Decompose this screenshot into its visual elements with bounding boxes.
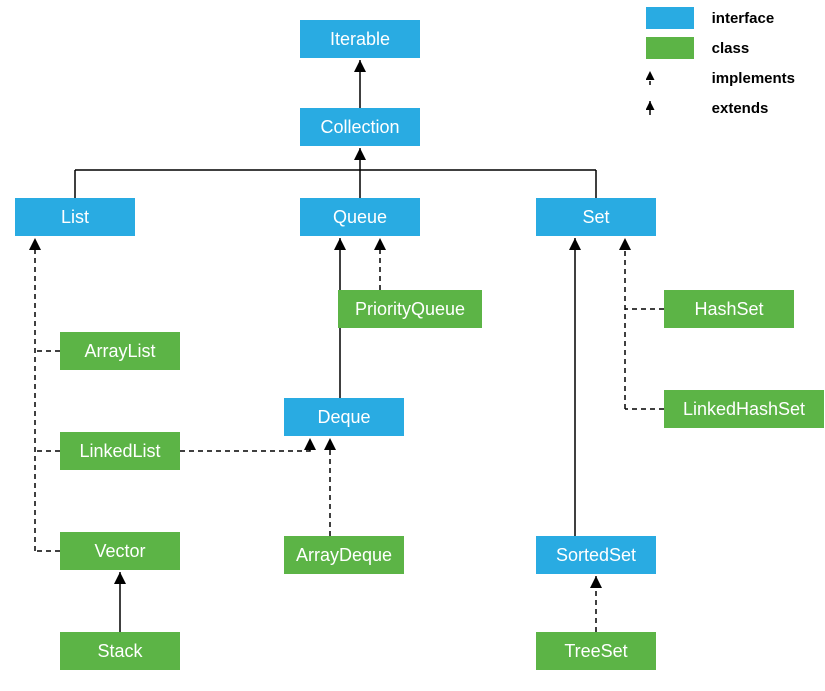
legend: interface class implements extends	[646, 4, 795, 124]
node-label: ArrayList	[84, 341, 155, 362]
node-linkedhashset: LinkedHashSet	[664, 390, 824, 428]
node-label: ArrayDeque	[296, 545, 392, 566]
legend-label-implements: implements	[712, 70, 795, 87]
node-label: PriorityQueue	[355, 299, 465, 320]
node-label: Vector	[94, 541, 145, 562]
node-label: Deque	[317, 407, 370, 428]
legend-extends: extends	[646, 94, 795, 122]
node-priorityqueue: PriorityQueue	[338, 290, 482, 328]
node-label: Collection	[320, 117, 399, 138]
legend-line-implements	[646, 67, 694, 89]
node-label: List	[61, 207, 89, 228]
legend-implements: implements	[646, 64, 795, 92]
node-label: Queue	[333, 207, 387, 228]
node-label: Iterable	[330, 29, 390, 50]
legend-class: class	[646, 34, 795, 62]
node-stack: Stack	[60, 632, 180, 670]
node-vector: Vector	[60, 532, 180, 570]
node-collection: Collection	[300, 108, 420, 146]
legend-swatch-interface	[646, 7, 694, 29]
node-queue: Queue	[300, 198, 420, 236]
legend-label-extends: extends	[712, 100, 769, 117]
node-sortedset: SortedSet	[536, 536, 656, 574]
node-label: Set	[582, 207, 609, 228]
node-label: LinkedList	[79, 441, 160, 462]
node-arraylist: ArrayList	[60, 332, 180, 370]
node-label: Stack	[97, 641, 142, 662]
node-set: Set	[536, 198, 656, 236]
diagram-canvas: interface class implements extends	[0, 0, 825, 691]
legend-label-class: class	[712, 40, 750, 57]
legend-line-extends	[646, 97, 694, 119]
legend-label-interface: interface	[712, 10, 775, 27]
node-linkedlist: LinkedList	[60, 432, 180, 470]
node-label: HashSet	[694, 299, 763, 320]
legend-interface: interface	[646, 4, 795, 32]
node-label: LinkedHashSet	[683, 399, 805, 420]
node-label: TreeSet	[564, 641, 627, 662]
node-deque: Deque	[284, 398, 404, 436]
legend-swatch-class	[646, 37, 694, 59]
node-arraydeque: ArrayDeque	[284, 536, 404, 574]
node-iterable: Iterable	[300, 20, 420, 58]
node-list: List	[15, 198, 135, 236]
node-hashset: HashSet	[664, 290, 794, 328]
node-treeset: TreeSet	[536, 632, 656, 670]
node-label: SortedSet	[556, 545, 636, 566]
